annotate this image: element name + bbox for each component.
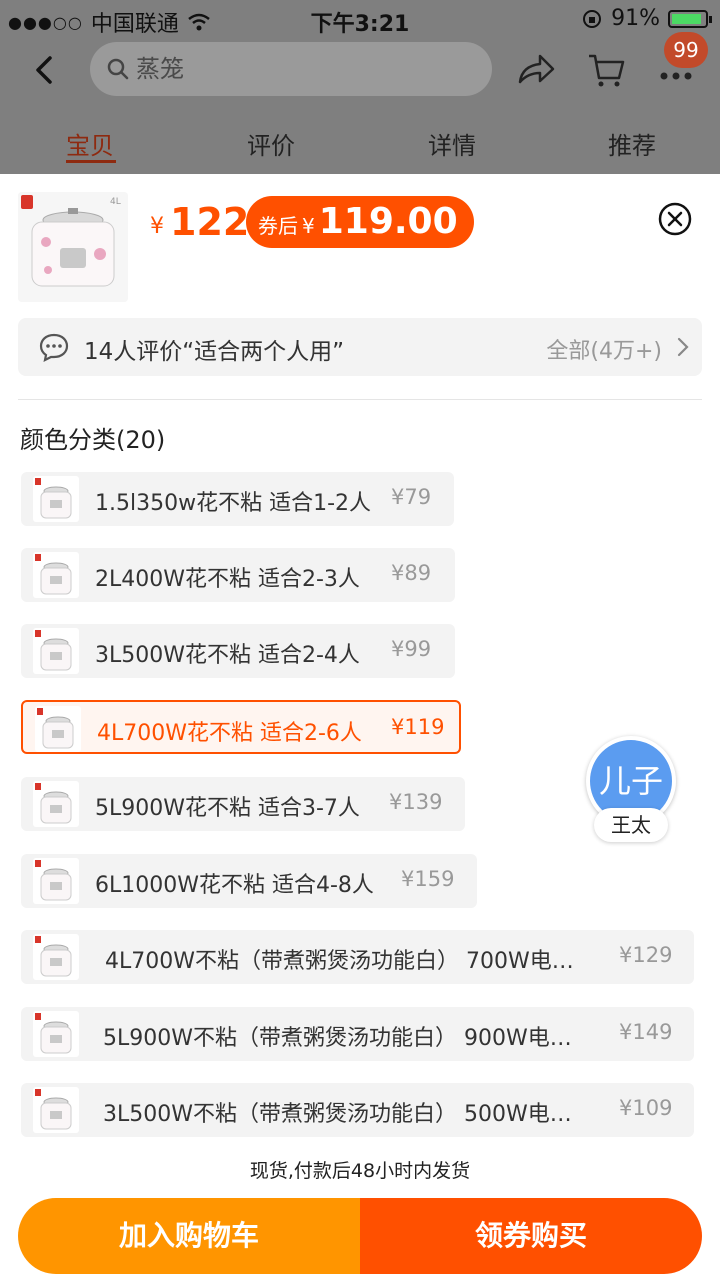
search-input[interactable] — [136, 52, 436, 86]
option-thumbnail — [33, 552, 79, 598]
option-price: ¥139 — [389, 790, 443, 814]
floating-avatar[interactable]: 儿子 王太 — [586, 736, 676, 846]
tab-recommend[interactable]: 推荐 — [582, 126, 682, 161]
coupon-price-pill: 券后 ¥ 119.00 — [246, 196, 474, 248]
cart-icon[interactable] — [586, 50, 626, 90]
option-item[interactable]: 5L900W花不粘 适合3-7人 ¥139 — [21, 777, 465, 831]
option-label: 2L400W花不粘 适合2-3人 — [95, 567, 360, 592]
review-summary-bar[interactable]: 14人评价“适合两个人用” 全部(4万+) — [18, 318, 702, 376]
price-currency: ¥ — [150, 214, 164, 239]
option-label: 6L1000W花不粘 适合4-8人 — [95, 873, 374, 898]
rice-cooker-image: 4L — [18, 192, 128, 302]
option-price: ¥79 — [391, 485, 432, 509]
review-highlight: 14人评价“适合两个人用” — [84, 339, 345, 365]
option-label: 4L700W花不粘 适合2-6人 — [97, 721, 362, 746]
option-item[interactable]: 4L700W花不粘 适合2-6人 ¥119 — [21, 700, 461, 754]
option-thumbnail — [33, 858, 79, 904]
option-price: ¥119 — [391, 715, 445, 739]
options-title: 颜色分类(20) — [20, 426, 166, 454]
option-label: 1.5l350w花不粘 适合1-2人 — [95, 491, 372, 516]
tab-baobei[interactable]: 宝贝 — [40, 126, 140, 161]
option-item[interactable]: 5L900W不粘（带煮粥煲汤功能白） 900W电… ¥149 — [21, 1007, 694, 1061]
option-item[interactable]: 3L500W花不粘 适合2-4人 ¥99 — [21, 624, 455, 678]
option-item[interactable]: 4L700W不粘（带煮粥煲汤功能白） 700W电… ¥129 — [21, 930, 694, 984]
shipping-note: 现货,付款后48小时内发货 — [249, 1160, 471, 1182]
tab-details[interactable]: 详情 — [402, 126, 502, 161]
coupon-currency: ¥ — [302, 214, 315, 238]
option-price: ¥99 — [391, 637, 432, 661]
status-bar: ●●●○○ 中国联通 下午3:21 91% — [0, 0, 720, 40]
orientation-lock-icon — [583, 9, 602, 28]
coupon-price: 119.00 — [318, 201, 458, 242]
option-thumbnail — [33, 476, 79, 522]
status-right: 91% — [581, 6, 712, 31]
option-label: 3L500W花不粘 适合2-4人 — [95, 643, 360, 668]
option-price: ¥159 — [401, 867, 455, 891]
tab-reviews[interactable]: 评价 — [221, 126, 321, 161]
chat-bubble-icon — [39, 333, 69, 362]
option-label: 3L500W不粘（带煮粥煲汤功能白） 500W电… — [103, 1102, 572, 1127]
option-label: 5L900W不粘（带煮粥煲汤功能白） 900W电… — [103, 1026, 572, 1051]
option-thumbnail — [35, 706, 81, 752]
sku-sheet: 4L ¥ 122 券后 ¥ 119.00 14人评价“适合两个人用” 全部(4万… — [0, 174, 720, 1280]
option-price: ¥109 — [619, 1096, 673, 1120]
option-thumbnail — [33, 781, 79, 827]
divider — [18, 399, 702, 400]
option-item[interactable]: 3L500W不粘（带煮粥煲汤功能白） 500W电… ¥109 — [21, 1083, 694, 1137]
back-icon[interactable] — [30, 52, 60, 88]
avatar-name: 王太 — [594, 808, 668, 842]
option-thumbnail — [33, 1011, 79, 1057]
option-price: ¥89 — [391, 561, 432, 585]
share-icon[interactable] — [516, 52, 556, 88]
product-price: 122 — [170, 200, 250, 244]
option-label: 4L700W不粘（带煮粥煲汤功能白） 700W电… — [105, 949, 574, 974]
search-icon — [107, 58, 129, 80]
option-thumbnail — [33, 1087, 79, 1133]
option-price: ¥129 — [619, 943, 673, 967]
review-all-link[interactable]: 全部(4万+) — [546, 333, 662, 365]
thumb-size-label: 4L — [110, 197, 121, 207]
option-item[interactable]: 1.5l350w花不粘 适合1-2人 ¥79 — [21, 472, 454, 526]
option-label: 5L900W花不粘 适合3-7人 — [95, 796, 360, 821]
coupon-label: 券后 — [258, 214, 298, 238]
nav-bar — [0, 40, 720, 100]
battery-icon — [668, 9, 712, 28]
close-icon[interactable] — [658, 202, 692, 236]
battery-fill — [672, 13, 702, 24]
option-item[interactable]: 2L400W花不粘 适合2-3人 ¥89 — [21, 548, 455, 602]
active-tab-indicator — [66, 160, 116, 163]
option-price: ¥149 — [619, 1020, 673, 1044]
option-thumbnail — [33, 934, 79, 980]
product-thumbnail: 4L — [18, 192, 128, 302]
chevron-right-icon — [677, 337, 689, 357]
option-item[interactable]: 6L1000W花不粘 适合4-8人 ¥159 — [21, 854, 477, 908]
cart-count-badge: 99 — [664, 32, 708, 68]
option-thumbnail — [33, 628, 79, 674]
buy-with-coupon-button[interactable]: 领券购买 — [360, 1198, 702, 1274]
battery-percent: 91% — [611, 6, 660, 31]
add-to-cart-button[interactable]: 加入购物车 — [18, 1198, 360, 1274]
search-box[interactable] — [90, 42, 492, 96]
